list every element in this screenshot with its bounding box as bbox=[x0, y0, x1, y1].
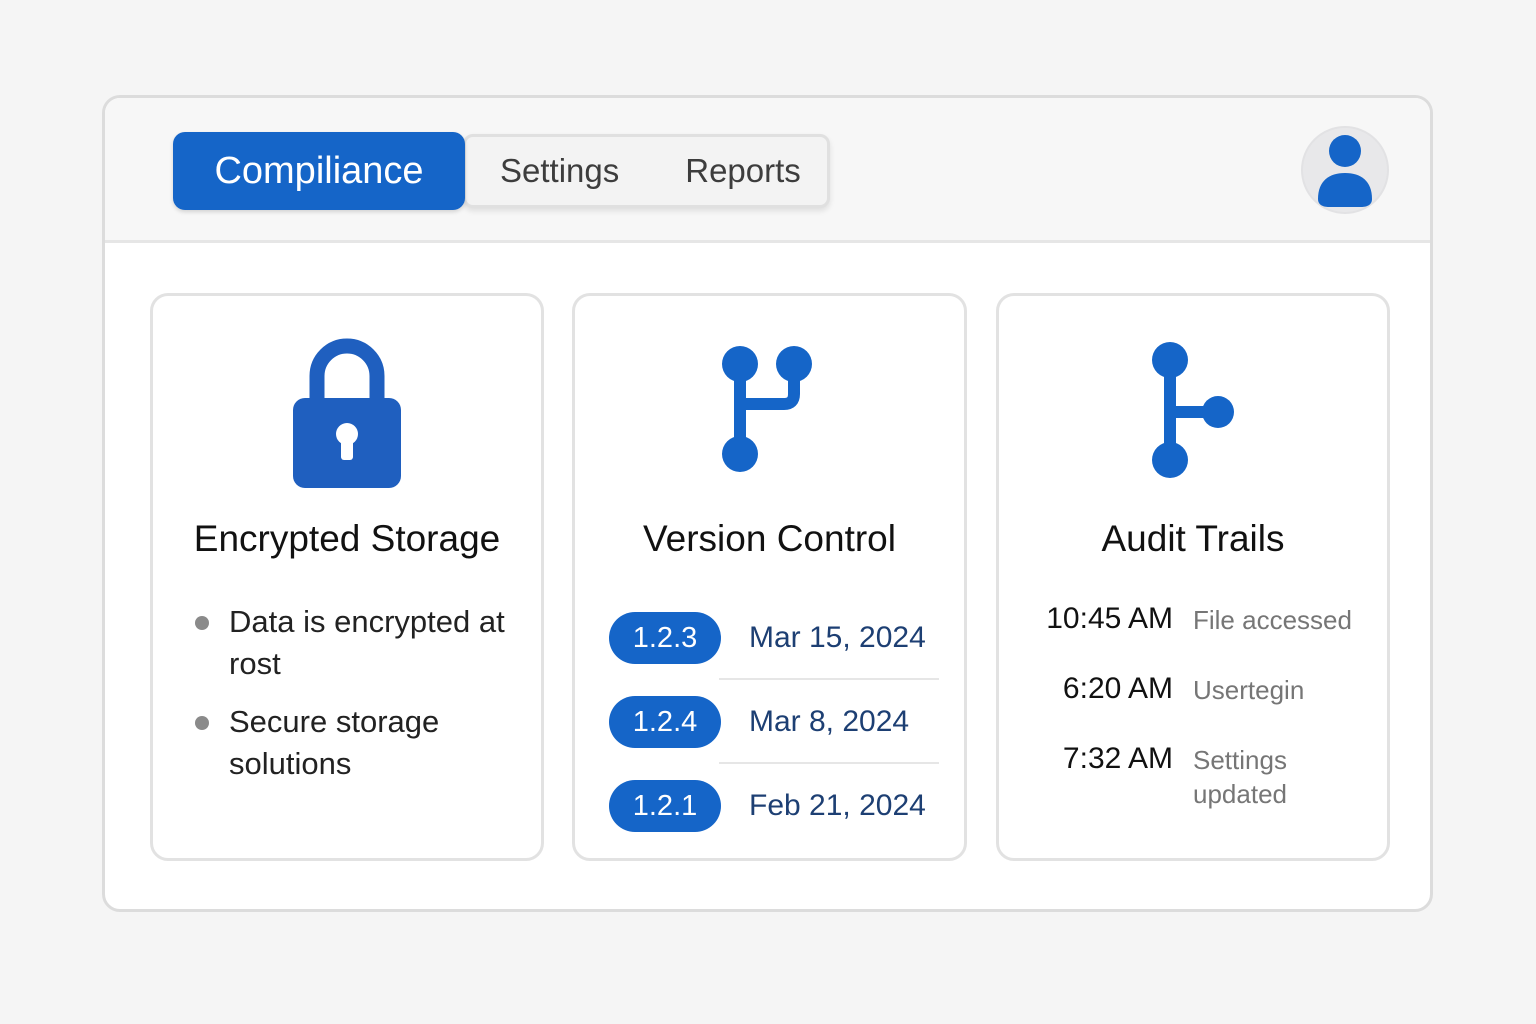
list-item: Secure storage solutions bbox=[193, 701, 523, 785]
version-date: Feb 21, 2024 bbox=[749, 789, 926, 822]
tab-group: Settings Reports bbox=[463, 134, 830, 208]
header-bar: Compiliance Settings Reports bbox=[105, 98, 1430, 243]
table-row[interactable]: 1.2.4 Mar 8, 2024 bbox=[609, 680, 939, 764]
app-window: Compiliance Settings Reports Encrypted S… bbox=[102, 95, 1433, 912]
encrypted-storage-card: Encrypted Storage Data is encrypted at r… bbox=[150, 293, 544, 861]
list-item: 7:32 AM Settings updated bbox=[1027, 739, 1377, 811]
bullet-dot bbox=[195, 716, 209, 730]
version-date: Mar 8, 2024 bbox=[749, 705, 910, 738]
audit-event: File accessed bbox=[1193, 605, 1352, 635]
audit-time: 10:45 AM bbox=[1046, 602, 1173, 635]
version-badge[interactable]: 1.2.3 bbox=[609, 612, 721, 664]
storage-bullet-list: Data is encrypted at rost Secure storage… bbox=[193, 601, 523, 801]
version-date: Mar 15, 2024 bbox=[749, 621, 926, 654]
card-title-storage: Encrypted Storage bbox=[193, 518, 501, 559]
audit-time: 6:20 AM bbox=[1062, 672, 1173, 705]
table-row[interactable]: 1.2.3 Mar 15, 2024 bbox=[609, 596, 939, 680]
lock-icon bbox=[293, 338, 401, 488]
version-control-card: Version Control 1.2.3 Mar 15, 2024 1.2.4… bbox=[572, 293, 967, 861]
version-badge[interactable]: 1.2.1 bbox=[609, 780, 721, 832]
list-item: 6:20 AM Usertegin bbox=[1027, 669, 1377, 709]
card-title-version: Version Control bbox=[643, 518, 896, 559]
user-icon bbox=[1318, 135, 1372, 207]
avatar[interactable] bbox=[1301, 126, 1389, 214]
audit-event: Usertegin bbox=[1193, 675, 1305, 705]
list-item: 10:45 AM File accessed bbox=[1027, 599, 1377, 639]
version-badge[interactable]: 1.2.4 bbox=[609, 696, 721, 748]
tab-bar: Compiliance Settings Reports bbox=[173, 132, 830, 210]
card-title-audit: Audit Trails bbox=[1101, 518, 1285, 559]
tab-compliance[interactable]: Compiliance bbox=[173, 132, 465, 210]
bullet-text: Secure storage solutions bbox=[229, 704, 440, 781]
tab-settings[interactable]: Settings bbox=[500, 152, 619, 190]
audit-log-list: 10:45 AM File accessed 6:20 AM Usertegin… bbox=[1027, 599, 1377, 841]
version-list: 1.2.3 Mar 15, 2024 1.2.4 Mar 8, 2024 1.2… bbox=[609, 596, 939, 848]
audit-event: Settings updated bbox=[1193, 745, 1287, 809]
audit-time: 7:32 AM bbox=[1062, 742, 1173, 775]
audit-trails-card: Audit Trails 10:45 AM File accessed 6:20… bbox=[996, 293, 1390, 861]
table-row[interactable]: 1.2.1 Feb 21, 2024 bbox=[609, 764, 939, 848]
tab-reports[interactable]: Reports bbox=[685, 152, 801, 190]
list-item: Data is encrypted at rost bbox=[193, 601, 523, 685]
bullet-dot bbox=[195, 616, 209, 630]
branch-icon bbox=[1152, 342, 1234, 478]
bullet-text: Data is encrypted at rost bbox=[229, 604, 505, 681]
git-branch-icon bbox=[721, 346, 812, 472]
